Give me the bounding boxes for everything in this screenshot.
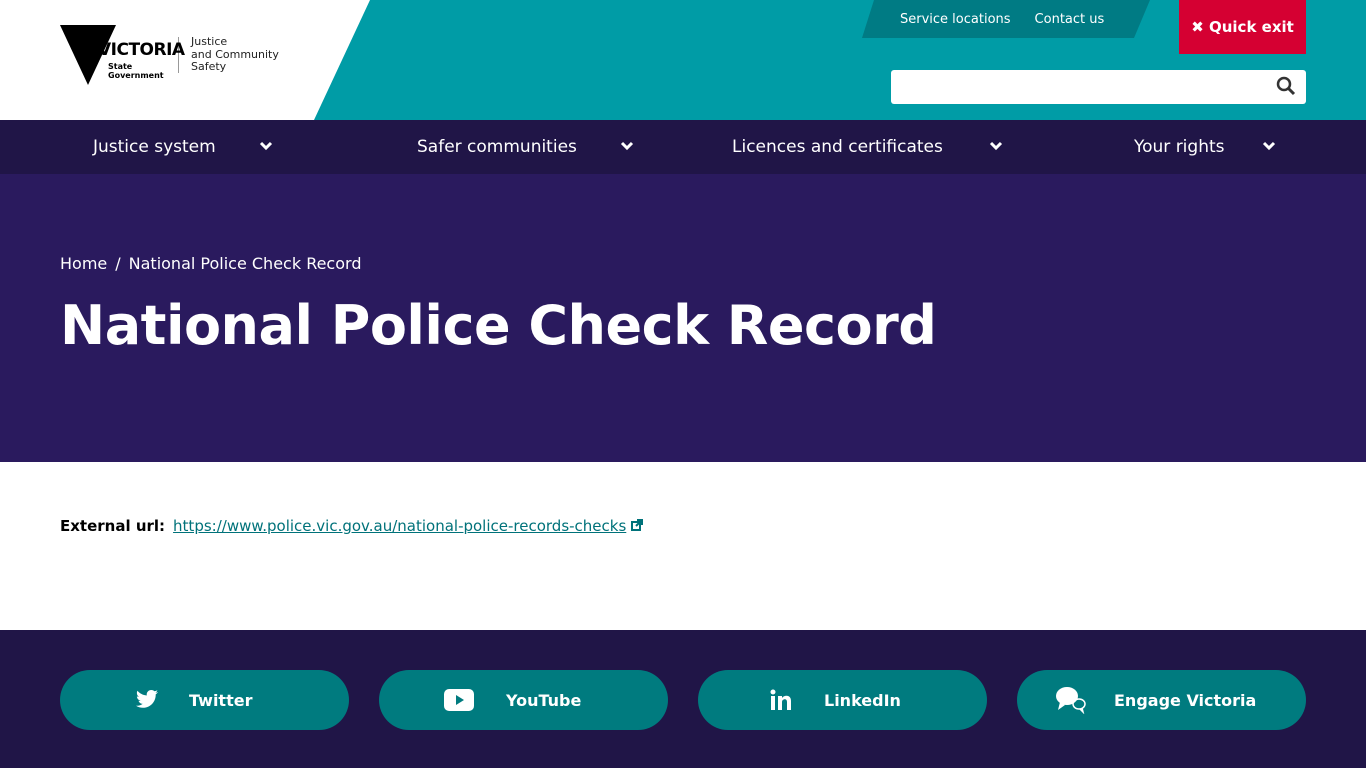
page-title: National Police Check Record	[60, 294, 937, 357]
external-url-link[interactable]: https://www.police.vic.gov.au/national-p…	[173, 517, 626, 535]
chat-icon	[1056, 687, 1086, 714]
linkedin-button[interactable]: LinkedIn	[698, 670, 987, 730]
chevron-down-icon[interactable]	[259, 139, 273, 153]
victoria-logo[interactable]: VICTORIA State Government Justice and Comm…	[60, 25, 279, 85]
external-url: External url: https://www.police.vic.gov.…	[60, 517, 644, 535]
twitter-button[interactable]: Twitter	[60, 670, 349, 730]
quick-exit-button[interactable]: ✖ Quick exit	[1179, 0, 1306, 54]
site-footer: Twitter YouTube LinkedIn Engage Victoria	[0, 630, 1366, 768]
search-icon[interactable]	[1276, 76, 1296, 96]
chevron-down-icon[interactable]	[620, 139, 634, 153]
page-hero: Home / National Police Check Record Nation…	[0, 174, 1366, 462]
youtube-icon	[444, 689, 474, 711]
breadcrumb-current: National Police Check Record	[128, 254, 362, 273]
site-header: VICTORIA State Government Justice and Comm…	[0, 0, 1366, 120]
engage-victoria-button[interactable]: Engage Victoria	[1017, 670, 1306, 730]
external-url-label: External url:	[60, 517, 166, 535]
contact-us-link[interactable]: Contact us	[1035, 12, 1105, 27]
nav-licences-certificates[interactable]: Licences and certificates	[732, 120, 943, 174]
department-name: Justice and Community Safety	[191, 35, 279, 74]
main-nav: Justice system Safer communities Licence…	[0, 120, 1366, 174]
chevron-down-icon[interactable]	[1262, 139, 1276, 153]
external-link-icon	[631, 519, 644, 531]
utility-links: Service locations Contact us	[862, 0, 1150, 38]
service-locations-link[interactable]: Service locations	[900, 12, 1011, 27]
breadcrumb-home[interactable]: Home	[60, 254, 107, 273]
breadcrumb: Home / National Police Check Record	[60, 254, 362, 273]
nav-your-rights[interactable]: Your rights	[1134, 120, 1225, 174]
nav-safer-communities[interactable]: Safer communities	[417, 120, 577, 174]
twitter-icon	[136, 690, 158, 708]
search-input[interactable]	[891, 70, 1306, 104]
nav-justice-system[interactable]: Justice system	[93, 120, 216, 174]
linkedin-icon	[770, 689, 791, 710]
youtube-button[interactable]: YouTube	[379, 670, 668, 730]
chevron-down-icon[interactable]	[989, 139, 1003, 153]
